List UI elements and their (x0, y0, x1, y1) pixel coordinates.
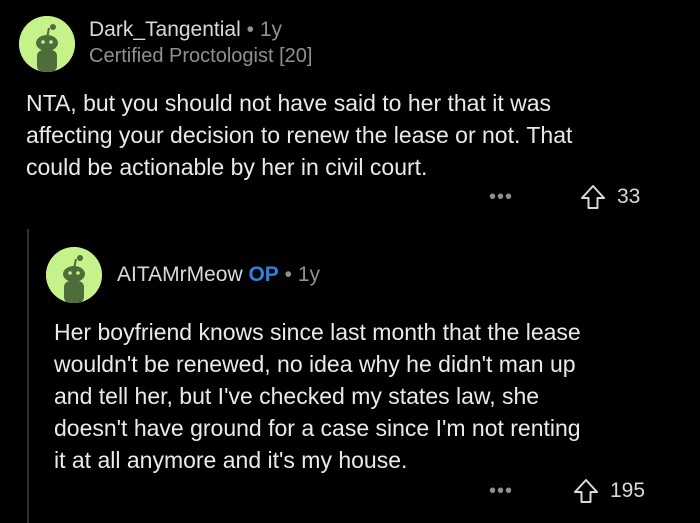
upvote-control[interactable]: 33 (579, 183, 640, 211)
upvote-arrow-icon[interactable] (579, 183, 607, 211)
upvote-count: 33 (617, 185, 641, 208)
username-text[interactable]: AITAMrMeow (117, 263, 243, 286)
comment-author[interactable]: Dark_Tangential • 1y (89, 18, 282, 42)
thread-line[interactable] (27, 229, 29, 523)
upvote-control[interactable]: 195 (572, 477, 645, 505)
meta-separator: • (246, 18, 254, 41)
upvote-count: 195 (610, 479, 646, 502)
comment-author[interactable]: AITAMrMeow OP • 1y (117, 263, 320, 287)
more-options-icon[interactable]: ••• (489, 186, 513, 209)
op-badge: OP (248, 263, 279, 286)
comment-age: 1y (259, 18, 282, 41)
comment-age: 1y (297, 263, 321, 286)
snoo-avatar-icon[interactable] (46, 247, 102, 303)
comment-body: NTA, but you should not have said to her… (26, 90, 573, 180)
meta-separator: • (284, 263, 293, 286)
comment-body: Her boyfriend knows since last month tha… (54, 319, 581, 473)
user-flair: Certified Proctologist [20] (89, 45, 313, 67)
upvote-arrow-icon[interactable] (572, 477, 600, 505)
snoo-avatar-icon[interactable] (19, 16, 75, 72)
more-options-icon[interactable]: ••• (489, 480, 513, 503)
username-text[interactable]: Dark_Tangential (89, 18, 241, 41)
